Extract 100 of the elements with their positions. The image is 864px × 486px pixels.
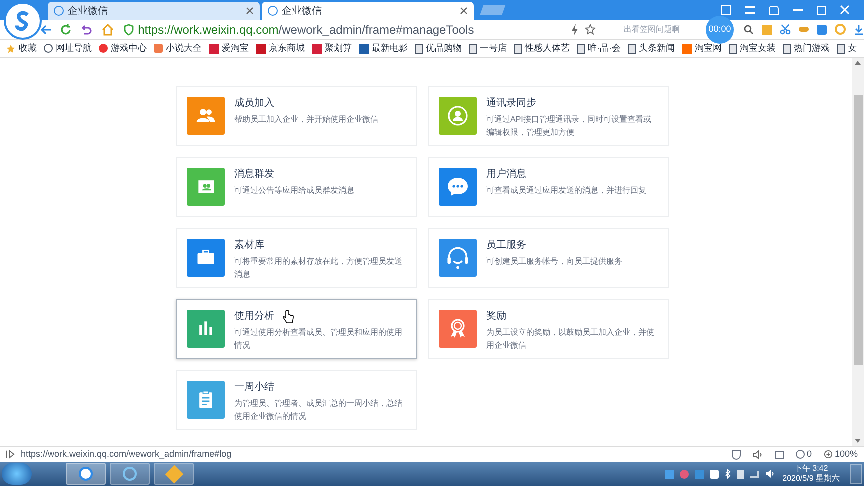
url-text: https://work.weixin.qq.com/wework_admin/frame#manageTools	[138, 22, 474, 38]
tool-title: 奖励	[486, 311, 506, 323]
browser-tab[interactable]: 企业微信	[48, 2, 260, 20]
clock-date[interactable]: 2020/5/9 星期六	[782, 474, 840, 484]
bookmark-link[interactable]: 性感人体艺	[525, 42, 570, 56]
tool-card[interactable]: 员工服务 可创建员工服务帐号，向员工提供服务	[428, 228, 668, 288]
tool-title: 通讯录同步	[486, 98, 536, 110]
bookmark-link[interactable]: 爱淘宝	[222, 42, 249, 56]
star-icon[interactable]	[585, 24, 596, 35]
sync-icon	[438, 97, 476, 135]
briefcase-icon	[186, 239, 224, 277]
bookmark-link[interactable]: 淘宝网	[695, 42, 722, 56]
tool-description: 可将重要常用的素材存放在此，方便管理员发送消息	[234, 256, 404, 281]
bookmark-link[interactable]: 最新电影	[372, 42, 408, 56]
bookmark-link[interactable]: 优品购物	[426, 42, 462, 56]
zoom-level[interactable]: 100%	[834, 448, 858, 462]
scroll-down-icon[interactable]	[855, 439, 861, 443]
tool-card[interactable]: 奖励 为员工设立的奖励，以鼓励员工加入企业，并使用企业微信	[428, 299, 668, 359]
tool-title: 一周小结	[234, 382, 274, 394]
bookmark-link[interactable]: 京东商城	[269, 42, 305, 56]
close-icon[interactable]	[460, 7, 468, 15]
page-icon	[415, 44, 423, 54]
lightning-icon[interactable]	[571, 24, 579, 36]
address-field[interactable]: https://work.weixin.qq.com/wework_admin/frame#manageTools	[124, 20, 571, 38]
tool-card[interactable]: 素材库 可将重要常用的素材存放在此，方便管理员发送消息	[176, 228, 416, 288]
hand-cursor-icon	[282, 310, 294, 324]
page-icon	[783, 44, 791, 54]
sidebar-toggle-icon[interactable]	[6, 450, 15, 459]
tool-title: 员工服务	[486, 240, 526, 252]
people-icon	[186, 97, 224, 135]
medal-icon	[438, 310, 476, 348]
volume-icon[interactable]	[764, 469, 775, 479]
search-icon[interactable]	[744, 24, 754, 34]
scroll-up-icon[interactable]	[855, 61, 861, 65]
page-icon	[577, 44, 585, 54]
undo-icon[interactable]	[80, 24, 94, 36]
page-icon	[628, 44, 636, 54]
tool-description: 可查看成员通过应用发送的消息，并进行回复	[486, 185, 646, 197]
bluetooth-icon[interactable]	[724, 469, 731, 479]
bookmark-link[interactable]: 女	[848, 42, 857, 56]
scissors-icon[interactable]	[780, 24, 791, 35]
bookmark-link[interactable]: 网址导航	[56, 42, 92, 56]
page-icon	[729, 44, 737, 54]
tool-description: 为管理员、管理者、成员汇总的一周小结，总结使用企业微信的情况	[234, 398, 404, 423]
tab-label: 企业微信	[282, 4, 323, 18]
menu-icon[interactable]	[745, 6, 755, 14]
bookmark-link[interactable]: 头条新闻	[639, 42, 675, 56]
tool-description: 可通过API接口管理通讯录，同时可设置查看或编辑权限，管理更加方便	[486, 114, 652, 139]
tool-title: 素材库	[234, 240, 264, 252]
bookmark-link[interactable]: 收藏	[19, 42, 37, 56]
show-desktop-button[interactable]	[850, 464, 862, 484]
tool-card[interactable]: 使用分析 可通过使用分析查看成员、管理员和应用的使用情况	[176, 299, 416, 359]
zoom-icon[interactable]	[824, 450, 833, 459]
shield-icon[interactable]	[732, 450, 741, 460]
clipboard-icon	[186, 381, 224, 419]
shield-icon	[124, 24, 134, 36]
blocked-count: 0	[806, 448, 812, 461]
close-icon[interactable]	[246, 7, 254, 15]
people-card-icon	[186, 168, 224, 206]
tool-title: 成员加入	[234, 98, 274, 110]
browser-tab[interactable]: 企业微信	[262, 2, 474, 20]
taskbar-ie-icon[interactable]	[110, 463, 150, 485]
speaker-icon[interactable]	[752, 450, 763, 460]
tool-title: 用户消息	[486, 169, 526, 181]
search-placeholder: 出看笠图问题啊	[623, 24, 680, 36]
tab-label: 企业微信	[68, 4, 109, 18]
tool-card[interactable]: 成员加入 帮助员工加入企业，并开始使用企业微信	[176, 86, 416, 146]
taskbar-app-icon[interactable]	[154, 463, 194, 485]
taskbar-browser-icon[interactable]	[66, 463, 106, 485]
bookmark-link[interactable]: 小说大全	[166, 42, 202, 56]
bookmark-link[interactable]: 游戏中心	[111, 42, 147, 56]
tool-description: 为员工设立的奖励，以鼓励员工加入企业，并使用企业微信	[486, 327, 656, 352]
page-icon	[469, 44, 477, 54]
bookmark-link[interactable]: 热门游戏	[794, 42, 830, 56]
download-icon[interactable]	[854, 24, 864, 34]
scrollbar-thumb[interactable]	[854, 95, 862, 365]
tool-title: 消息群发	[234, 169, 274, 181]
tool-description: 可通过使用分析查看成员、管理员和应用的使用情况	[234, 327, 404, 352]
bookmark-link[interactable]: 聚划算	[325, 42, 352, 56]
page-icon	[514, 44, 522, 54]
tool-description: 可通过公告等应用给成员群发消息	[234, 185, 354, 197]
bookmark-link[interactable]: 唯·品·会	[588, 42, 621, 56]
clock-time[interactable]: 下午 3:42	[794, 464, 828, 474]
chat-bubble-icon	[438, 168, 476, 206]
start-button[interactable]	[2, 463, 32, 485]
home-icon[interactable]	[102, 24, 114, 36]
back-icon[interactable]	[40, 24, 52, 36]
tool-card[interactable]: 一周小结 为管理员、管理者、成员汇总的一周小结，总结使用企业微信的情况	[176, 370, 416, 430]
status-url: https://work.weixin.qq.com/wework_admin/frame#log	[21, 448, 232, 461]
bookmark-link[interactable]: 一号店	[480, 42, 507, 56]
tool-title: 使用分析	[234, 311, 274, 323]
bar-chart-icon	[186, 310, 224, 348]
restore-icon[interactable]	[817, 6, 826, 14]
star-icon	[6, 44, 16, 54]
tool-card[interactable]: 通讯录同步 可通过API接口管理通讯录，同时可设置查看或编辑权限，管理更加方便	[428, 86, 668, 146]
refresh-icon[interactable]	[60, 24, 72, 36]
tool-card[interactable]: 消息群发 可通过公告等应用给成员群发消息	[176, 157, 416, 217]
bookmark-link[interactable]: 淘宝女装	[740, 42, 776, 56]
tool-card[interactable]: 用户消息 可查看成员通过应用发送的消息，并进行回复	[428, 157, 668, 217]
tool-description: 帮助员工加入企业，并开始使用企业微信	[234, 114, 378, 126]
